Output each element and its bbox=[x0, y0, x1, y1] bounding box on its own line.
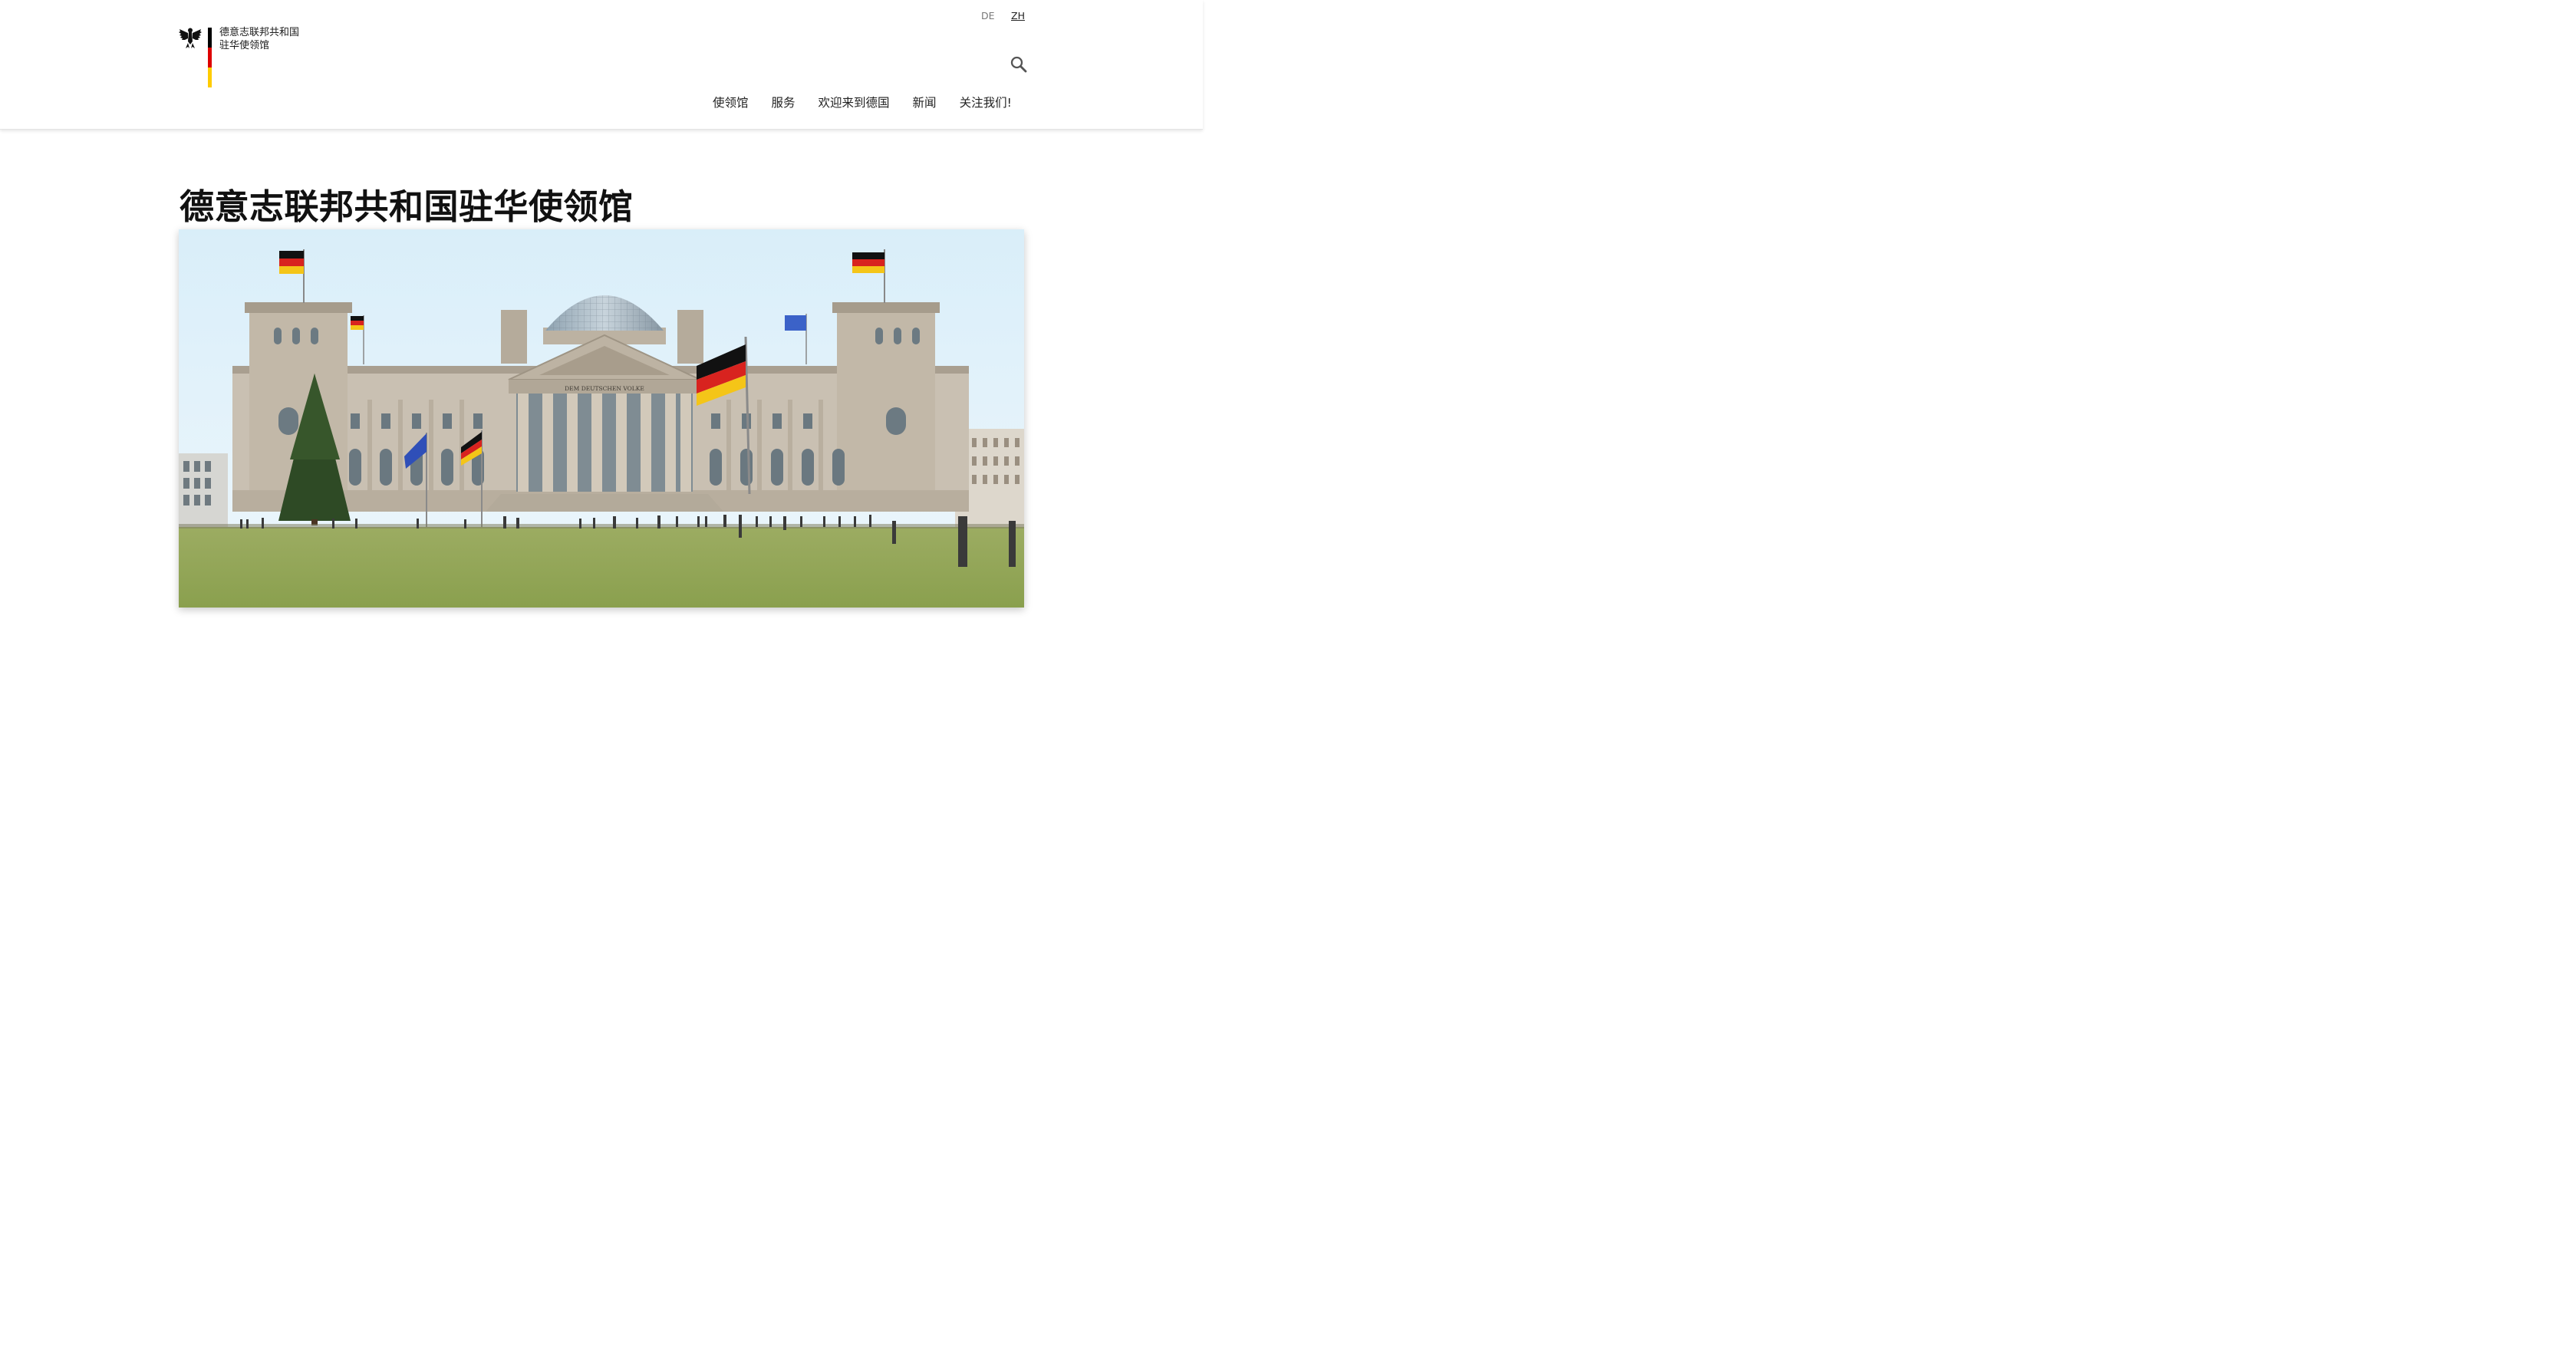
flag-stripe-black bbox=[208, 28, 212, 48]
language-de-link[interactable]: DE bbox=[981, 10, 995, 21]
reichstag-building: DEM DEUTSCHEN VOLKE bbox=[232, 295, 969, 512]
site-header: 德意志联邦共和国 驻华使领馆 DE ZH 使领馆 服务 欢迎来到德国 新闻 关注… bbox=[0, 0, 1203, 130]
nav-item-follow-us[interactable]: 关注我们! bbox=[960, 94, 1012, 112]
logo-text: 德意志联邦共和国 驻华使领馆 bbox=[219, 26, 299, 52]
main-navigation: 使领馆 服务 欢迎来到德国 新闻 关注我们! bbox=[713, 94, 1012, 112]
language-zh-link[interactable]: ZH bbox=[1011, 10, 1025, 21]
side-building-left bbox=[179, 453, 228, 527]
logo-line-1: 德意志联邦共和国 bbox=[219, 27, 300, 38]
nav-item-welcome-to-germany[interactable]: 欢迎来到德国 bbox=[819, 94, 890, 112]
nav-item-news[interactable]: 新闻 bbox=[913, 94, 937, 112]
pediment-inscription: DEM DEUTSCHEN VOLKE bbox=[565, 385, 644, 392]
hero-image: DEM DEUTSCHEN VOLKE bbox=[179, 229, 1024, 608]
site-logo[interactable]: 德意志联邦共和国 驻华使领馆 bbox=[179, 26, 324, 89]
logo-line-2: 驻华使领馆 bbox=[219, 40, 270, 51]
search-icon[interactable] bbox=[1010, 55, 1028, 74]
federal-eagle-icon bbox=[179, 28, 202, 48]
flag-bar bbox=[208, 28, 212, 87]
reichstag-illustration: DEM DEUTSCHEN VOLKE bbox=[179, 229, 1024, 608]
lawn bbox=[179, 527, 1024, 608]
flag-stripe-red bbox=[208, 48, 212, 68]
page-title: 德意志联邦共和国驻华使领馆 bbox=[180, 186, 634, 227]
nav-item-services[interactable]: 服务 bbox=[772, 94, 796, 112]
nav-item-embassy[interactable]: 使领馆 bbox=[713, 94, 749, 112]
flag-stripe-gold bbox=[208, 68, 212, 87]
